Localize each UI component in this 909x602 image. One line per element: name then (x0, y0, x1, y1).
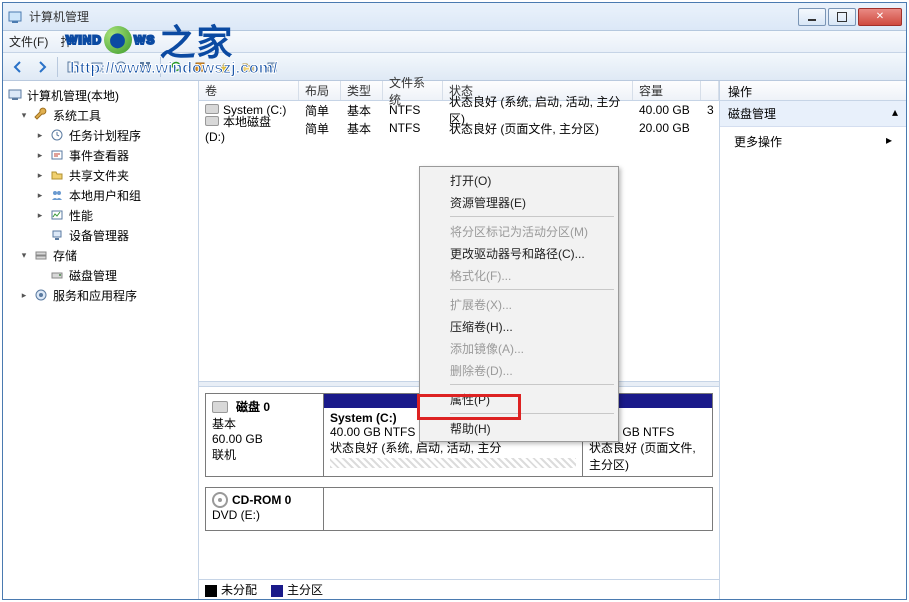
context-menu[interactable]: 打开(O) 资源管理器(E) 将分区标记为活动分区(M) 更改驱动器号和路径(C… (419, 166, 619, 442)
tb-folder-icon[interactable] (237, 56, 259, 78)
toolbar (3, 53, 906, 81)
tb-icon-6[interactable] (213, 56, 235, 78)
actions-header: 操作 (720, 81, 906, 101)
event-icon (49, 147, 65, 163)
tb-icon-4[interactable] (134, 56, 156, 78)
titlebar[interactable]: 计算机管理 (3, 3, 906, 31)
legend-primary-swatch (271, 585, 283, 597)
ctx-add-mirror: 添加镜像(A)... (422, 337, 616, 359)
disk-icon (49, 267, 65, 283)
menu-extra[interactable]: 拃 (60, 33, 72, 50)
volume-row[interactable]: 本地磁盘 (D:) 简单 基本 NTFS 状态良好 (页面文件, 主分区) 20… (199, 119, 719, 137)
expand-icon[interactable] (35, 190, 45, 201)
tree-local-users[interactable]: 本地用户和组 (5, 185, 196, 205)
actions-more[interactable]: 更多操作 ▸ (720, 127, 906, 156)
tb-icon-2[interactable] (86, 56, 108, 78)
nav-forward-button[interactable] (31, 56, 53, 78)
tree-shared-folders[interactable]: 共享文件夹 (5, 165, 196, 185)
navigation-tree[interactable]: 计算机管理(本地) 系统工具 任务计划程序 事件查看器 共享文件夹 (3, 81, 199, 599)
minimize-button[interactable] (798, 8, 826, 26)
tree-system-tools[interactable]: 系统工具 (5, 105, 196, 125)
ctx-open[interactable]: 打开(O) (422, 169, 616, 191)
col-volume[interactable]: 卷 (199, 81, 299, 100)
expand-icon[interactable] (35, 130, 45, 141)
col-type[interactable]: 类型 (341, 81, 383, 100)
tree-disk-management[interactable]: 磁盘管理 (5, 265, 196, 285)
chevron-right-icon: ▸ (886, 133, 892, 150)
app-icon (7, 9, 23, 25)
menubar: 文件(F) 拃 (3, 31, 906, 53)
legend-unallocated-swatch (205, 585, 217, 597)
expand-icon[interactable] (35, 150, 45, 161)
actions-section[interactable]: 磁盘管理 ▴ (720, 101, 906, 127)
ctx-mark-active: 将分区标记为活动分区(M) (422, 220, 616, 242)
tree-root[interactable]: 计算机管理(本地) (5, 85, 196, 105)
tb-icon-1[interactable] (62, 56, 84, 78)
ctx-change-letter[interactable]: 更改驱动器号和路径(C)... (422, 242, 616, 264)
shared-folder-icon (49, 167, 65, 183)
ctx-properties[interactable]: 属性(P) (422, 388, 616, 410)
cdrom-block[interactable]: CD-ROM 0 DVD (E:) (205, 487, 713, 531)
tree-task-scheduler[interactable]: 任务计划程序 (5, 125, 196, 145)
expand-icon[interactable] (19, 110, 29, 121)
ctx-explorer[interactable]: 资源管理器(E) (422, 191, 616, 213)
tb-icon-5[interactable] (189, 56, 211, 78)
actions-pane: 操作 磁盘管理 ▴ 更多操作 ▸ (720, 81, 906, 599)
window-title: 计算机管理 (29, 8, 798, 25)
expand-icon[interactable] (35, 210, 45, 221)
storage-icon (33, 247, 49, 263)
expand-icon[interactable] (19, 250, 29, 261)
close-button[interactable] (858, 8, 902, 26)
ctx-delete: 删除卷(D)... (422, 359, 616, 381)
tb-icon-3[interactable] (110, 56, 132, 78)
device-icon (49, 227, 65, 243)
tree-services-apps[interactable]: 服务和应用程序 (5, 285, 196, 305)
ctx-shrink[interactable]: 压缩卷(H)... (422, 315, 616, 337)
col-layout[interactable]: 布局 (299, 81, 341, 100)
tree-performance[interactable]: 性能 (5, 205, 196, 225)
tree-device-manager[interactable]: 设备管理器 (5, 225, 196, 245)
menu-file[interactable]: 文件(F) (9, 33, 48, 50)
ctx-help[interactable]: 帮助(H) (422, 417, 616, 439)
tb-refresh-icon[interactable] (165, 56, 187, 78)
legend: 未分配 主分区 (199, 579, 719, 599)
clock-icon (49, 127, 65, 143)
cdrom-info: CD-ROM 0 DVD (E:) (206, 488, 324, 530)
col-fs[interactable]: 文件系统 (383, 81, 443, 100)
cdrom-icon (212, 492, 228, 508)
tree-storage[interactable]: 存储 (5, 245, 196, 265)
disk-icon (212, 401, 228, 413)
drive-icon (205, 116, 219, 126)
users-icon (49, 187, 65, 203)
computer-icon (7, 87, 23, 103)
performance-icon (49, 207, 65, 223)
ctx-extend: 扩展卷(X)... (422, 293, 616, 315)
tb-icon-7[interactable] (261, 56, 283, 78)
wrench-icon (33, 107, 49, 123)
nav-back-button[interactable] (7, 56, 29, 78)
maximize-button[interactable] (828, 8, 856, 26)
col-capacity[interactable]: 容量 (633, 81, 701, 100)
disk-0-info: 磁盘 0 基本 60.00 GB 联机 (206, 394, 324, 476)
col-extra[interactable] (701, 81, 719, 100)
tree-event-viewer[interactable]: 事件查看器 (5, 145, 196, 165)
services-icon (33, 287, 49, 303)
collapse-icon[interactable]: ▴ (892, 105, 898, 122)
expand-icon[interactable] (19, 290, 29, 301)
expand-icon[interactable] (35, 170, 45, 181)
ctx-format: 格式化(F)... (422, 264, 616, 286)
